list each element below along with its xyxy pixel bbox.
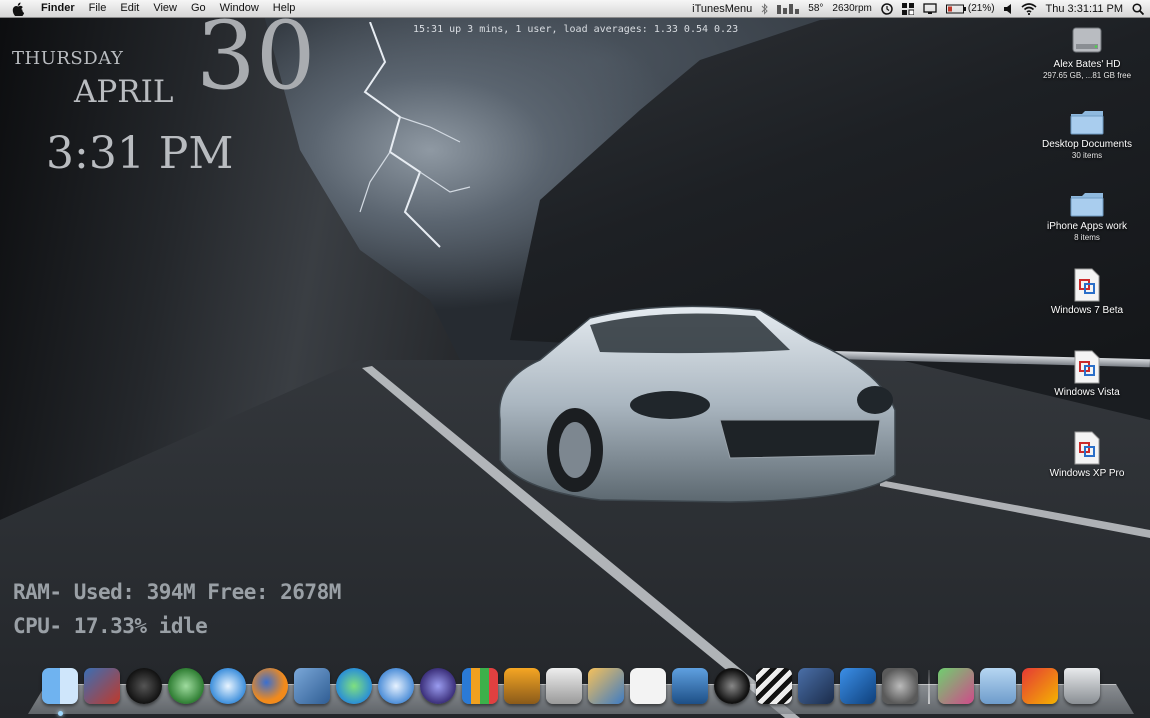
dock (42, 662, 1106, 704)
bluetooth-icon[interactable] (761, 2, 768, 15)
pen-utility-icon[interactable] (420, 668, 456, 704)
activity-monitor-icon[interactable] (462, 668, 498, 704)
applications-stack-icon[interactable] (938, 668, 974, 704)
desktop-icon-label: Windows XP Pro (1049, 468, 1125, 479)
folder-icon (1070, 193, 1104, 217)
vm-document-icon (1074, 350, 1100, 384)
menu-edit[interactable]: Edit (113, 0, 146, 17)
final-cut-icon[interactable] (756, 668, 792, 704)
desktop-icon-windows-vista[interactable]: Windows Vista (1032, 350, 1142, 398)
apple-menu-icon[interactable] (12, 2, 26, 16)
menu-clock[interactable]: Thu 3:31:11 PM (1046, 3, 1123, 15)
keynote-icon[interactable] (504, 668, 540, 704)
safari-icon[interactable] (210, 668, 246, 704)
large-time: 3:31 PM (46, 128, 234, 179)
display-mirroring-icon[interactable] (923, 2, 937, 15)
desktop-icon-hard-drive[interactable]: Alex Bates' HD 297.65 GB, ...81 GB free (1032, 24, 1142, 80)
temperature-readout[interactable]: 58° (808, 3, 823, 14)
desktop-icon-iphone-apps-work[interactable]: iPhone Apps work 8 items (1032, 190, 1142, 242)
spotlight-search-icon[interactable] (1132, 2, 1144, 15)
preview-icon[interactable] (294, 668, 330, 704)
spaces-icon[interactable] (901, 2, 914, 15)
dashboard-icon[interactable] (126, 668, 162, 704)
menu-file[interactable]: File (82, 0, 114, 17)
uptime-output: 15:31 up 3 mins, 1 user, load averages: … (413, 24, 739, 35)
vm-document-icon (1074, 431, 1100, 465)
dock-separator (928, 670, 930, 704)
wifi-icon[interactable] (1021, 2, 1037, 15)
desktop-icon-windows-xp-pro[interactable]: Windows XP Pro (1032, 431, 1142, 479)
finder-icon[interactable] (42, 668, 78, 704)
menu-finder[interactable]: Finder (34, 0, 82, 17)
fan-speed-readout[interactable]: 2630rpm (832, 3, 871, 14)
battery-percent: (21%) (967, 3, 995, 14)
desktop-icon-info: 297.65 GB, ...81 GB free (1042, 71, 1132, 80)
volume-icon[interactable] (1003, 3, 1012, 14)
desktop-icon-label: Windows Vista (1054, 387, 1120, 398)
time-machine-menu-icon[interactable] (881, 2, 893, 15)
itunes-menu[interactable]: iTunesMenu (692, 3, 752, 15)
desktop-icon-label: Alex Bates' HD (1053, 59, 1121, 70)
desktop-icon-label: Windows 7 Beta (1050, 305, 1124, 316)
iphone-simulator-icon[interactable] (840, 668, 876, 704)
documents-folder-icon[interactable] (980, 668, 1016, 704)
desktop-icon-label: Desktop Documents (1041, 139, 1133, 150)
sports-car (498, 305, 896, 503)
vmware-fusion-icon[interactable] (84, 668, 120, 704)
vm-document-icon (1074, 268, 1100, 302)
menu-extras: iTunesMenu 58° 2630rpm (21%) Thu 3:31:11… (683, 0, 1144, 17)
desktop-icon-desktop-documents[interactable]: Desktop Documents 30 items (1032, 108, 1142, 160)
acrobat-icon[interactable] (630, 668, 666, 704)
desktop-icon-info: 30 items (1071, 151, 1103, 160)
printer-icon[interactable] (546, 668, 582, 704)
time-machine-icon[interactable] (168, 668, 204, 704)
menu-view[interactable]: View (146, 0, 184, 17)
weekday-label: THURSDAY (12, 48, 124, 69)
trash-icon[interactable] (1064, 668, 1100, 704)
istat-graph-icon[interactable] (777, 3, 800, 15)
desktop-icon-label: iPhone Apps work (1046, 221, 1128, 232)
quicktime-icon[interactable] (798, 668, 834, 704)
menu-bar: Finder File Edit View Go Window Help iTu… (0, 0, 1150, 18)
desktop-icon-windows-7-beta[interactable]: Windows 7 Beta (1032, 268, 1142, 316)
system-preferences-icon[interactable] (882, 668, 918, 704)
firefox-icon[interactable] (252, 668, 288, 704)
battery-icon[interactable]: (21%) (945, 3, 995, 14)
folder-icon (1070, 111, 1104, 135)
aperture-icon[interactable] (714, 668, 750, 704)
ram-usage-text: RAM- Used: 394M Free: 2678M (13, 580, 341, 604)
desktop-icon-info: 8 items (1074, 233, 1100, 242)
itunes-visualizer-icon[interactable] (336, 668, 372, 704)
photo-booth-icon[interactable] (672, 668, 708, 704)
running-indicator (58, 711, 63, 716)
month-label: APRIL (74, 74, 174, 110)
hard-drive-icon (1072, 27, 1102, 53)
itunes-icon[interactable] (378, 668, 414, 704)
cpu-usage-text: CPU- 17.33% idle (13, 614, 208, 638)
downloads-stack-icon[interactable] (1022, 668, 1058, 704)
iphoto-icon[interactable] (588, 668, 624, 704)
day-number: 30 (196, 2, 316, 111)
lightning-bolt (359, 22, 471, 248)
